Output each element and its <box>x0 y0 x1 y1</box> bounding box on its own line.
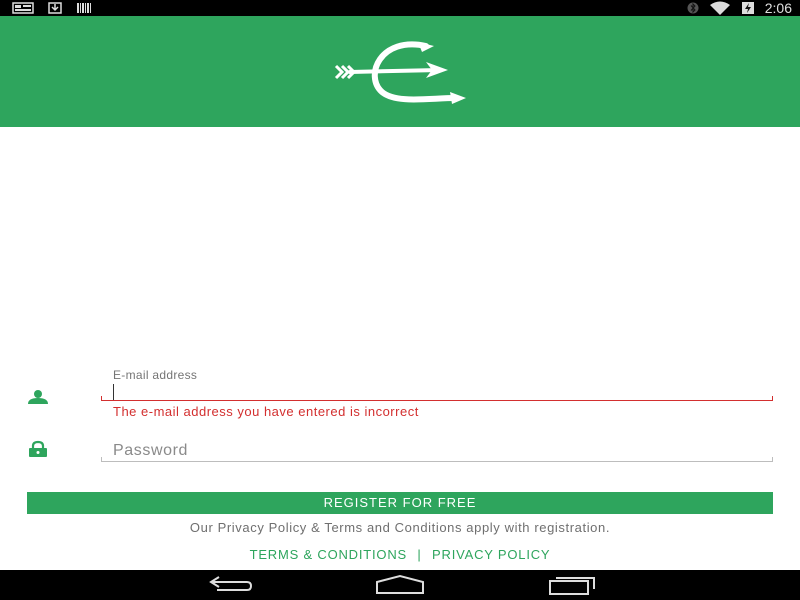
battery-icon <box>741 2 754 14</box>
nav-bar <box>0 570 800 600</box>
email-error-message: The e-mail address you have entered is i… <box>113 404 419 419</box>
person-icon <box>28 390 48 404</box>
terms-link[interactable]: TERMS & CONDITIONS <box>250 547 407 562</box>
back-icon[interactable] <box>205 574 255 596</box>
password-row: Password <box>0 436 800 466</box>
wifi-icon <box>709 1 730 15</box>
email-row: E-mail address The e-mail address you ha… <box>0 368 800 419</box>
password-input[interactable]: Password <box>113 442 188 460</box>
register-button[interactable]: REGISTER FOR FREE <box>27 492 773 514</box>
recents-icon[interactable] <box>548 574 598 596</box>
privacy-link[interactable]: PRIVACY POLICY <box>432 547 550 562</box>
status-left-icons <box>12 2 92 14</box>
bluetooth-icon <box>687 2 699 14</box>
notification-card-icon <box>12 2 34 14</box>
links-separator: | <box>417 547 422 562</box>
email-underline <box>101 396 773 401</box>
password-underline <box>101 457 773 462</box>
app-header <box>0 16 800 127</box>
email-field[interactable]: E-mail address The e-mail address you ha… <box>101 368 773 419</box>
legal-links: TERMS & CONDITIONS | PRIVACY POLICY <box>0 547 800 562</box>
email-label: E-mail address <box>113 368 198 382</box>
status-bar: 2:06 <box>0 0 800 16</box>
lock-icon <box>29 440 47 457</box>
status-right-icons: 2:06 <box>687 0 792 16</box>
home-icon[interactable] <box>375 574 425 596</box>
download-icon <box>48 2 62 14</box>
text-cursor <box>113 384 114 400</box>
status-clock: 2:06 <box>764 0 792 16</box>
barcode-icon <box>77 3 91 13</box>
password-field[interactable]: Password <box>101 436 773 466</box>
legal-note: Our Privacy Policy & Terms and Condition… <box>189 520 611 535</box>
arrow-logo-icon <box>334 41 466 104</box>
